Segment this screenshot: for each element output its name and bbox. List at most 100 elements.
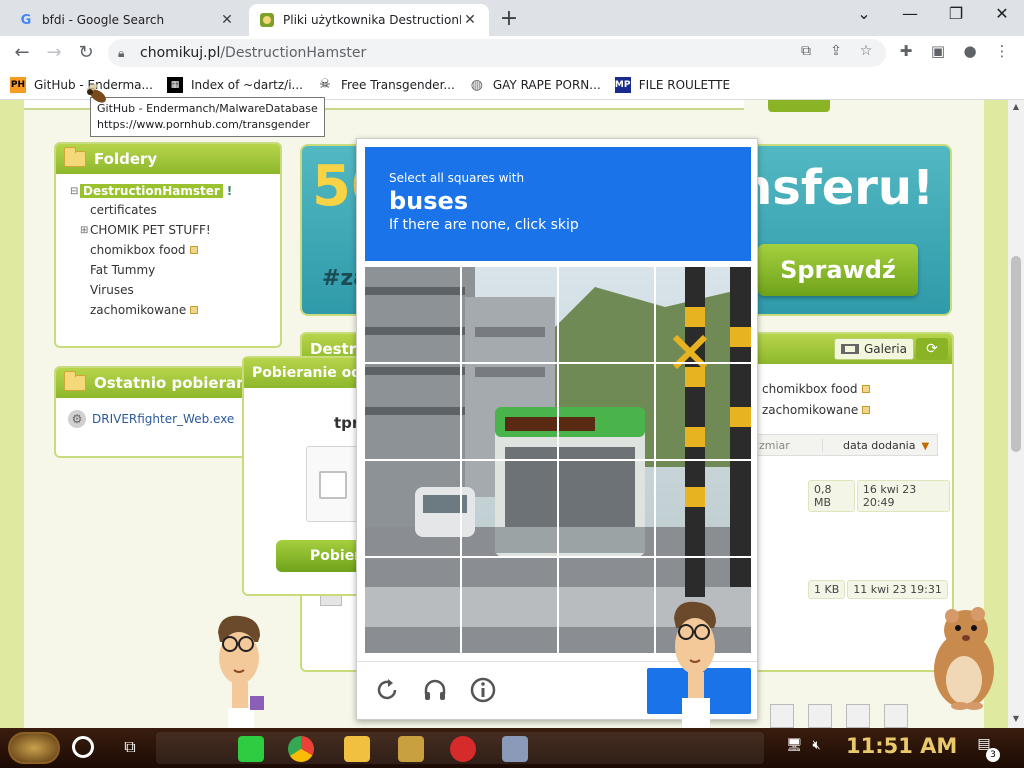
promo-cta-button[interactable]: Sprawdź [758, 244, 918, 296]
expand-icon[interactable]: ⊞ [80, 225, 90, 236]
text-file-icon[interactable] [884, 704, 908, 728]
lock-icon [861, 385, 870, 393]
volume-muted-icon[interactable]: 🔇︎ [813, 738, 821, 753]
column-date[interactable]: data dodania ▼ [823, 439, 929, 452]
bookmark-free-transgender[interactable]: ☠ Free Transgender... [317, 77, 455, 93]
lock-icon[interactable]: 🔒︎ [118, 46, 132, 61]
virtualbox-icon[interactable] [502, 736, 528, 762]
address-bar[interactable]: 🔒︎ chomikuj.pl/DestructionHamster ⧉ ⇪ ☆ [108, 39, 886, 67]
subfolder-chomikbox-food[interactable]: chomikbox food [762, 382, 870, 396]
search-circle-icon[interactable] [72, 736, 94, 758]
qr-icon: ▦ [166, 76, 183, 93]
subfolder-zachomikowane[interactable]: zachomikowane [762, 403, 871, 417]
url-path: /DestructionHamster [220, 45, 367, 61]
menu-kebab-icon[interactable]: ⋮ [990, 42, 1014, 60]
refresh-button[interactable]: ⟳ [916, 338, 948, 360]
task-view-icon[interactable]: ⧉ [120, 737, 140, 757]
folders-header: Foldery [56, 144, 280, 174]
image-file-icon[interactable] [846, 704, 870, 728]
folder-item-chomikbox-food[interactable]: chomikbox food [70, 240, 280, 260]
side-panel-icon[interactable]: ▣ [926, 42, 950, 60]
scroll-down-icon[interactable]: ▼ [1008, 714, 1024, 723]
folder-item-fat-tummy[interactable]: Fat Tummy [70, 260, 280, 280]
folder-item-zachomikowane[interactable]: zachomikowane [70, 300, 280, 320]
gear-icon: ⚙ [68, 410, 86, 428]
headphones-icon[interactable] [421, 676, 449, 704]
forward-arrow-icon[interactable]: → [42, 41, 66, 65]
tab-chomikuj[interactable]: Pliki użytkownika DestructionHamster ✕ [249, 4, 489, 36]
restore-window-button[interactable]: ❐ [936, 4, 976, 23]
taskbar-apps [156, 732, 764, 764]
cartoon-man-character [218, 615, 264, 728]
bookmarks-bar: PH GitHub - Enderma... ▦ Index of ~dartz… [0, 70, 1024, 100]
red-app-icon[interactable] [450, 736, 476, 762]
column-date-label: data dodania [843, 438, 916, 452]
minimize-window-button[interactable]: — [890, 4, 930, 23]
gallery-label: Galeria [864, 342, 907, 356]
extensions-icon[interactable]: ✚ [894, 42, 918, 60]
sort-down-icon: ▼ [921, 440, 930, 452]
bookmark-gay-rape[interactable]: ◍ GAY RAPE PORN... [469, 77, 601, 93]
translate-icon[interactable]: ⧉ [796, 43, 816, 59]
info-icon[interactable] [469, 676, 497, 704]
folder-label: Fat Tummy [90, 263, 156, 277]
tab-google-search[interactable]: G bfdi - Google Search ✕ [8, 4, 246, 36]
back-arrow-icon[interactable]: ← [10, 41, 34, 65]
share-icon[interactable]: ⇪ [826, 43, 846, 59]
file-explorer-icon[interactable] [344, 736, 370, 762]
gallery-button[interactable]: Galeria [834, 338, 914, 360]
chrome-app-icon[interactable] [288, 736, 314, 762]
reload-challenge-icon[interactable] [373, 676, 401, 704]
reload-icon[interactable]: ↻ [74, 41, 98, 65]
captcha-image-grid [365, 267, 751, 653]
folder-item-certificates[interactable]: certificates [70, 200, 280, 220]
root-folder-label[interactable]: DestructionHamster [80, 184, 223, 198]
minimize-button[interactable]: ⌄ [844, 4, 884, 23]
mp-icon: MP [614, 76, 631, 93]
close-window-button[interactable]: ✕ [982, 4, 1022, 23]
folder-item-chomik-pet-stuff[interactable]: ⊞ CHOMIK PET STUFF! [70, 220, 280, 240]
recent-file-name[interactable]: DRIVERfighter_Web.exe [92, 412, 234, 426]
tab-title: bfdi - Google Search [42, 13, 165, 27]
lock-icon [189, 246, 198, 254]
globe-icon: ◍ [470, 76, 483, 93]
google-icon: G [20, 12, 32, 28]
close-tab-icon[interactable]: ✕ [461, 12, 479, 28]
grid-icon [841, 344, 859, 354]
notifications-icon[interactable]: ▤ 3 [972, 736, 1000, 762]
table-row[interactable]: 0,8 MB 16 kwi 23 20:49 [808, 480, 952, 512]
clock[interactable]: 11:51 AM [846, 734, 957, 758]
new-tab-button[interactable]: + [497, 6, 521, 31]
tooltip-line: GitHub - Endermanch/MalwareDatabase [97, 102, 318, 115]
bookmark-tooltip: GitHub - Endermanch/MalwareDatabase http… [90, 97, 325, 137]
page-scrollbar[interactable]: ▲ ▼ [1008, 100, 1024, 728]
start-button[interactable] [8, 732, 60, 764]
bookmark-label: GAY RAPE PORN... [492, 77, 601, 92]
network-icon[interactable]: 🖥︎ [786, 738, 803, 753]
video-file-icon[interactable] [808, 704, 832, 728]
scrollbar-thumb[interactable] [1011, 256, 1021, 452]
notification-count: 3 [986, 748, 1000, 762]
table-row[interactable]: 1 KB 11 kwi 23 19:31 [808, 580, 950, 599]
url-host: chomikuj.pl [140, 45, 221, 61]
folder-label: CHOMIK PET STUFF! [90, 223, 211, 237]
bookmark-star-icon[interactable]: ☆ [856, 43, 876, 59]
bookmark-file-roulette[interactable]: MP FILE ROULETTE [614, 76, 730, 93]
hamster-character [934, 607, 994, 710]
skull-icon: ☠ [319, 77, 331, 92]
root-folder[interactable]: ⊟ DestructionHamster ! [70, 182, 280, 200]
game-app-icon[interactable] [398, 736, 424, 762]
collapse-icon[interactable]: ⊟ [70, 186, 80, 197]
close-tab-icon[interactable]: ✕ [218, 12, 236, 28]
captcha-checkbox[interactable] [319, 471, 347, 499]
scroll-up-icon[interactable]: ▲ [1008, 102, 1024, 111]
lock-icon [190, 306, 199, 314]
captcha-hint: If there are none, click skip [389, 217, 579, 233]
search-button[interactable] [768, 100, 830, 112]
profile-avatar-icon[interactable]: ● [958, 42, 982, 60]
music-file-icon[interactable] [770, 704, 794, 728]
notes-app-icon[interactable] [238, 736, 264, 762]
bookmark-index-dartz[interactable]: ▦ Index of ~dartz/i... [166, 76, 303, 93]
file-column-headers: zmiar data dodania ▼ [742, 434, 938, 456]
folder-item-viruses[interactable]: Viruses [70, 280, 280, 300]
